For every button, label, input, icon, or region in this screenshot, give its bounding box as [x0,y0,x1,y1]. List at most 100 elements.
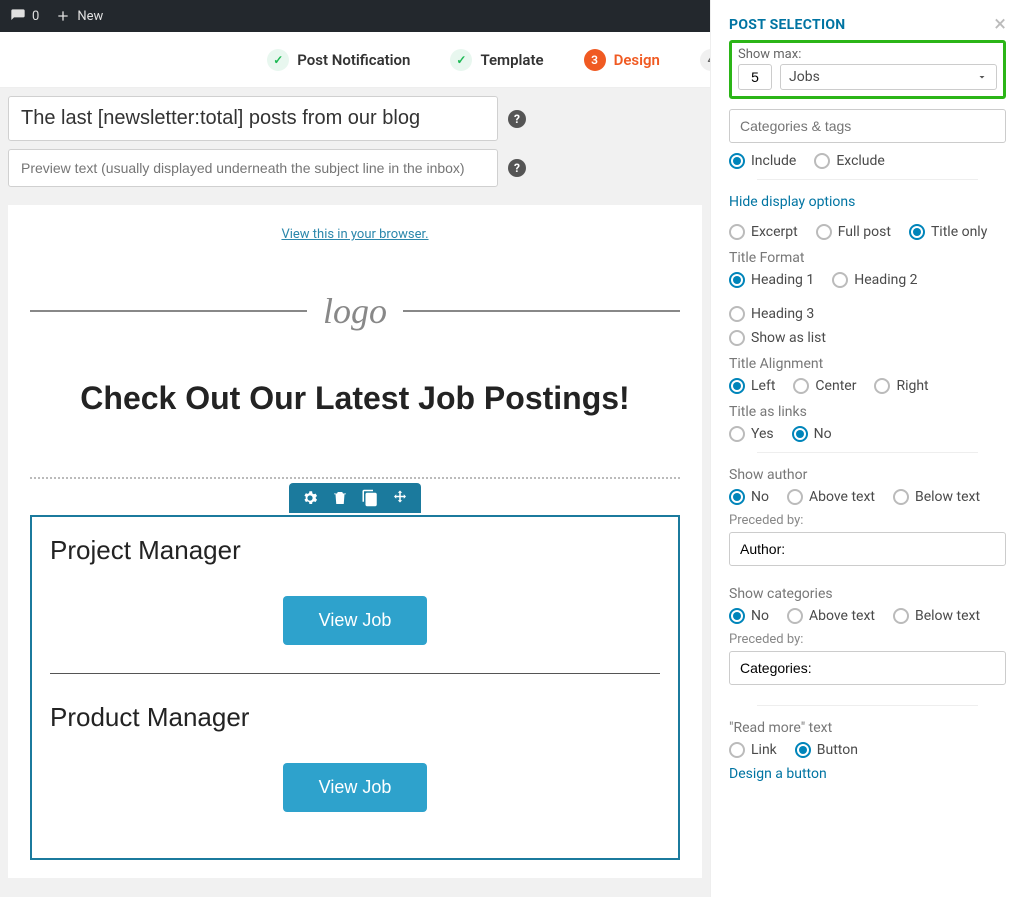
full-post-radio[interactable]: Full post [816,224,891,240]
panel-header: POST SELECTION × [729,14,1006,36]
adminbar-new[interactable]: New [55,8,103,24]
display-mode-row: Excerpt Full post Title only [729,224,1006,240]
divider-line [30,310,307,312]
show-categories-label: Show categories [729,586,1006,602]
step-label: Template [480,51,543,69]
author-below-radio[interactable]: Below text [893,489,980,505]
title-as-links-label: Title as links [729,404,1006,420]
post-title: Project Manager [50,535,660,566]
logo-divider: logo [30,290,680,332]
move-icon[interactable] [391,489,409,507]
email-canvas: View this in your browser. logo Check Ou… [8,205,702,878]
duplicate-icon[interactable] [361,489,379,507]
read-more-row: Link Button [729,742,1006,758]
chevron-down-icon [976,71,988,83]
categories-below-radio[interactable]: Below text [893,608,980,624]
separator [757,705,978,706]
title-only-radio[interactable]: Title only [909,224,987,240]
align-left-radio[interactable]: Left [729,378,775,394]
dotted-divider [30,477,680,479]
post-item: Project Manager View Job [50,535,660,673]
read-more-button-radio[interactable]: Button [795,742,858,758]
categories-above-radio[interactable]: Above text [787,608,875,624]
step-number: 3 [584,49,606,71]
step-post-notification[interactable]: ✓ Post Notification [267,49,410,71]
view-in-browser-link[interactable]: View this in your browser. [30,223,680,290]
heading3-radio[interactable]: Heading 3 [729,306,814,322]
preview-row: ? [8,149,702,187]
step-label: Post Notification [297,51,410,69]
view-job-button[interactable]: View Job [283,763,428,812]
links-no-radio[interactable]: No [792,426,832,442]
author-preceded-input[interactable] [729,532,1006,566]
logo-text: logo [323,290,387,332]
post-block-wrap: Project Manager View Job Product Manager… [30,515,680,860]
adminbar-new-label: New [77,9,103,24]
panel-title: POST SELECTION [729,17,846,33]
categories-preceded-input[interactable] [729,651,1006,685]
links-yes-radio[interactable]: Yes [729,426,774,442]
title-format-row: Heading 1 Heading 2 Heading 3 [729,272,1006,322]
include-exclude-row: Include Exclude [729,153,1006,169]
include-radio[interactable]: Include [729,153,796,169]
gear-icon[interactable] [301,489,319,507]
separator [757,179,978,180]
show-author-label: Show author [729,467,1006,483]
adminbar-comments-count: 0 [32,9,39,24]
heading1-radio[interactable]: Heading 1 [729,272,814,288]
step-label: Design [614,51,660,69]
check-icon: ✓ [450,49,472,71]
preceded-by-label: Preceded by: [729,513,1006,528]
read-more-label: "Read more" text [729,720,1006,736]
categories-no-radio[interactable]: No [729,608,769,624]
post-title: Product Manager [50,702,660,733]
trash-icon[interactable] [331,489,349,507]
show-as-list-row: Show as list [729,330,1006,346]
comment-icon [10,8,26,24]
separator [757,452,978,453]
divider-line [403,310,680,312]
post-type-value: Jobs [789,69,820,85]
step-design[interactable]: 3 Design [584,49,660,71]
editor-area: ? ? View this in your browser. logo Chec… [0,88,710,897]
categories-tags-input[interactable] [729,109,1006,143]
design-button-link[interactable]: Design a button [729,766,1006,782]
subject-input[interactable] [8,96,498,141]
step-template[interactable]: ✓ Template [450,49,543,71]
show-author-row: No Above text Below text [729,489,1006,505]
show-as-list-radio[interactable]: Show as list [729,330,826,346]
view-job-button[interactable]: View Job [283,596,428,645]
hide-display-options-link[interactable]: Hide display options [729,194,1006,210]
author-no-radio[interactable]: No [729,489,769,505]
preceded-by-label: Preceded by: [729,632,1006,647]
title-as-links-row: Yes No [729,426,1006,442]
plus-icon [55,8,71,24]
show-categories-row: No Above text Below text [729,608,1006,624]
block-toolbar [289,483,421,513]
post-type-select[interactable]: Jobs [780,64,997,90]
sidebar-panel: POST SELECTION × Show max: Jobs Include … [710,0,1024,897]
preview-text-input[interactable] [8,149,498,187]
posts-block[interactable]: Project Manager View Job Product Manager… [30,515,680,860]
help-icon[interactable]: ? [508,110,526,128]
author-above-radio[interactable]: Above text [787,489,875,505]
align-right-radio[interactable]: Right [874,378,928,394]
close-icon[interactable]: × [994,14,1006,36]
check-icon: ✓ [267,49,289,71]
align-center-radio[interactable]: Center [793,378,856,394]
exclude-radio[interactable]: Exclude [814,153,885,169]
adminbar-comments[interactable]: 0 [10,8,39,24]
headline[interactable]: Check Out Our Latest Job Postings! [30,380,680,417]
excerpt-radio[interactable]: Excerpt [729,224,798,240]
title-alignment-label: Title Alignment [729,356,1006,372]
title-format-label: Title Format [729,250,1006,266]
help-icon[interactable]: ? [508,159,526,177]
show-max-box: Show max: Jobs [729,40,1006,99]
heading2-radio[interactable]: Heading 2 [832,272,917,288]
title-alignment-row: Left Center Right [729,378,1006,394]
show-max-input[interactable] [738,64,772,90]
show-max-label: Show max: [738,47,997,62]
post-item: Product Manager View Job [50,673,660,840]
subject-row: ? [8,96,702,141]
read-more-link-radio[interactable]: Link [729,742,777,758]
